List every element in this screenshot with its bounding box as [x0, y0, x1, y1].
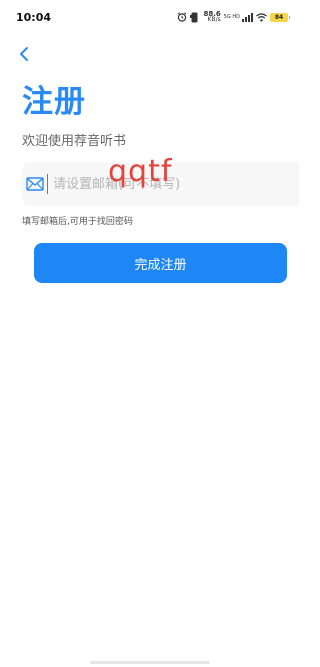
page-title: 注册 — [22, 84, 86, 120]
page-subtitle: 欢迎使用荐音听书 — [22, 134, 127, 149]
network-speed-unit: KB/s — [207, 16, 221, 23]
email-field[interactable] — [22, 162, 299, 206]
back-button[interactable] — [14, 44, 34, 64]
phone-icon — [190, 12, 199, 23]
email-hint: 填写邮箱后,可用于找回密码 — [22, 217, 133, 227]
mail-icon — [26, 177, 44, 191]
battery-icon: 84 — [270, 12, 290, 22]
signal-icon — [242, 12, 253, 22]
chevron-left-icon — [20, 47, 28, 61]
network-speed: 88.6 KB/s — [203, 11, 220, 23]
status-bar: 10:04 88.6 KB/s 5G HD 84 — [0, 0, 300, 36]
alarm-icon — [177, 12, 187, 22]
network-type-label: 5G HD — [223, 13, 240, 20]
status-time: 10:04 — [16, 11, 52, 24]
wifi-icon — [256, 12, 267, 22]
email-input[interactable] — [47, 174, 273, 194]
home-indicator[interactable] — [90, 661, 210, 664]
status-icons: 88.6 KB/s 5G HD 84 — [177, 10, 290, 24]
complete-registration-button[interactable]: 完成注册 — [34, 243, 287, 283]
